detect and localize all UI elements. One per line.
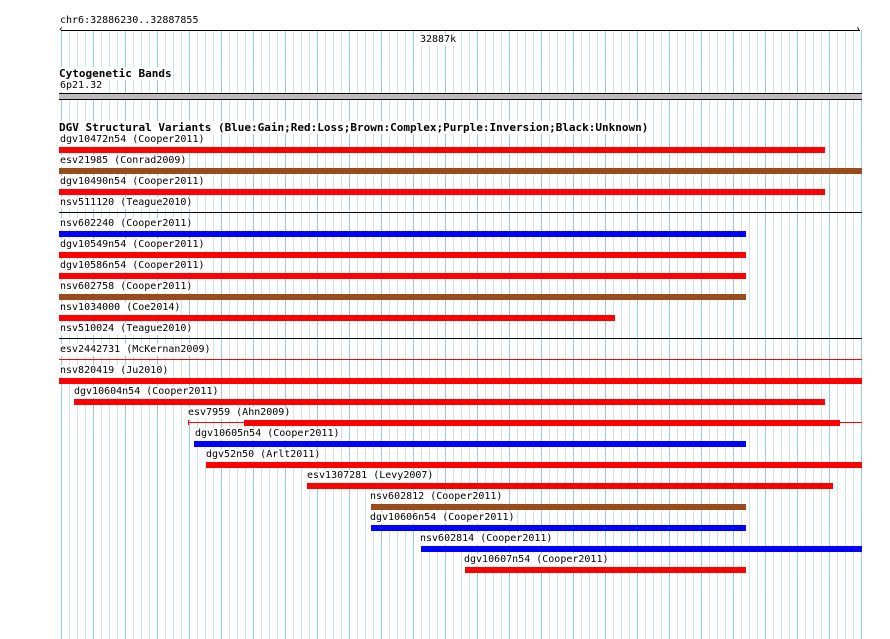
variant-bar[interactable] [59,252,746,258]
variant-label[interactable]: dgv52n50 (Arlt2011) [205,449,322,461]
variant-label[interactable]: dgv10472n54 (Cooper2011) [59,134,206,146]
variant-bar[interactable] [421,546,862,552]
variant-label[interactable]: nsv511120 (Teague2010) [59,197,194,209]
variant-bar[interactable] [59,359,862,360]
variant-label[interactable]: esv2442731 (McKernan2009) [59,344,212,356]
variant-bar[interactable] [74,399,826,405]
ruler-left-arrow-icon: ‹ [58,24,65,35]
variant-label[interactable]: nsv602814 (Cooper2011) [419,533,554,545]
variant-label[interactable]: dgv10605n54 (Cooper2011) [194,428,341,440]
ruler-right-arrow-icon: › [855,24,862,35]
variant-label[interactable]: nsv820419 (Ju2010) [59,365,170,377]
dgv-track-title[interactable]: DGV Structural Variants (Blue:Gain;Red:L… [59,121,649,134]
variant-label[interactable]: esv21985 (Conrad2009) [59,155,188,167]
ruler-center-label: 32887k [419,34,458,46]
variant-connector [188,422,245,423]
variant-bar[interactable] [59,273,746,279]
variant-label[interactable]: dgv10606n54 (Cooper2011) [369,512,516,524]
variant-bar[interactable] [59,189,826,195]
track-separator [59,338,862,339]
variant-bar[interactable] [193,441,746,447]
variant-label[interactable]: dgv10604n54 (Cooper2011) [73,386,220,398]
variant-label[interactable]: dgv10490n54 (Cooper2011) [59,176,206,188]
position-label: chr6:32886230..32887855 [59,15,200,27]
variant-label[interactable]: nsv602812 (Cooper2011) [369,491,504,503]
variant-label[interactable]: esv1307281 (Levy2007) [306,470,435,482]
variant-bar[interactable] [59,294,746,300]
variant-bar[interactable] [59,147,826,153]
variant-label[interactable]: dgv10607n54 (Cooper2011) [463,554,610,566]
variant-bar[interactable] [59,168,862,174]
cytoband-track-title[interactable]: Cytogenetic Bands [59,67,172,80]
variant-bar[interactable] [59,378,862,384]
variant-label[interactable]: nsv510024 (Teague2010) [59,323,194,335]
variant-bar[interactable] [371,504,746,510]
variant-connector [840,422,862,423]
cytoband-bar[interactable] [59,93,862,100]
variant-bar[interactable] [59,315,615,321]
cytoband-label: 6p21.32 [59,80,104,92]
variant-label[interactable]: dgv10549n54 (Cooper2011) [59,239,206,251]
ruler-line [61,30,860,31]
variant-label[interactable]: nsv602240 (Cooper2011) [59,218,194,230]
variant-bar[interactable] [464,567,746,573]
variant-label[interactable]: esv7959 (Ahn2009) [187,407,292,419]
variant-label[interactable]: nsv1034000 (Coe2014) [59,302,182,314]
variant-label[interactable]: nsv602758 (Cooper2011) [59,281,194,293]
variant-bar[interactable] [371,525,746,531]
track-separator [59,212,862,213]
variant-bar[interactable] [205,462,862,468]
variant-label[interactable]: dgv10586n54 (Cooper2011) [59,260,206,272]
variant-bar[interactable] [307,483,834,489]
variant-bar[interactable] [244,420,841,426]
variant-bar[interactable] [59,231,746,237]
